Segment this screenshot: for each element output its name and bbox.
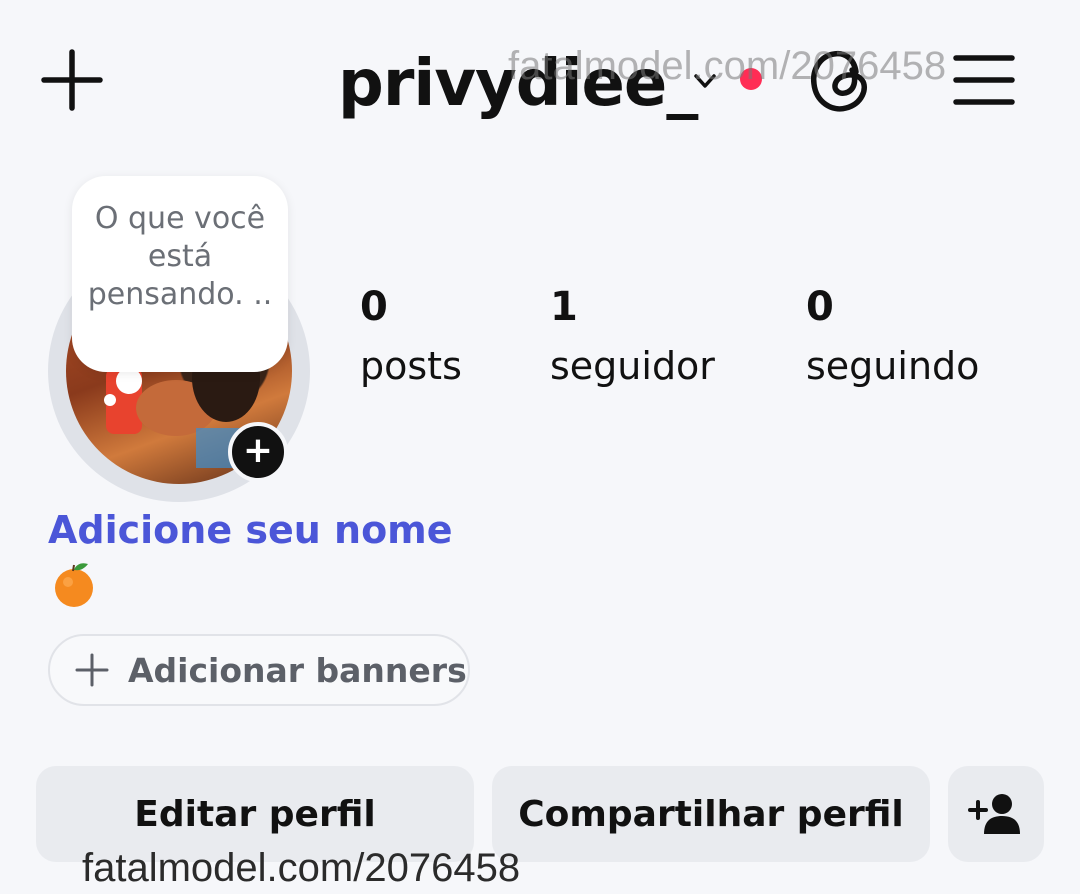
- create-plus-icon[interactable]: [40, 48, 104, 112]
- note-bubble-tail-small: [104, 394, 116, 406]
- posts-label[interactable]: posts: [360, 344, 462, 388]
- add-banners-label: Adicionar banners: [128, 650, 467, 690]
- posts-count: 0: [360, 284, 388, 330]
- note-text: O que você está pensando. ..: [87, 201, 273, 312]
- add-name-link[interactable]: Adicione seu nome: [48, 508, 453, 552]
- share-profile-label: Compartilhar perfil: [518, 793, 904, 835]
- note-bubble[interactable]: O que você está pensando. ..: [72, 176, 288, 372]
- edit-profile-label: Editar perfil: [134, 793, 376, 835]
- add-person-icon: [968, 794, 1020, 834]
- add-story-button[interactable]: +: [228, 422, 288, 482]
- plus-icon: [75, 653, 109, 687]
- share-profile-button[interactable]: Compartilhar perfil: [492, 766, 930, 862]
- watermark-bottom: fatalmodel.com/2076458: [82, 846, 521, 890]
- add-banners-button[interactable]: Adicionar banners: [48, 634, 470, 706]
- followers-label[interactable]: seguidor: [550, 344, 715, 388]
- followers-count: 1: [550, 284, 578, 330]
- tangerine-icon: [55, 563, 93, 607]
- following-count: 0: [806, 284, 834, 330]
- following-label[interactable]: seguindo: [806, 344, 979, 388]
- add-person-button[interactable]: [948, 766, 1044, 862]
- menu-icon[interactable]: [952, 52, 1016, 108]
- watermark-top: fatalmodel.com/2076458: [508, 44, 947, 88]
